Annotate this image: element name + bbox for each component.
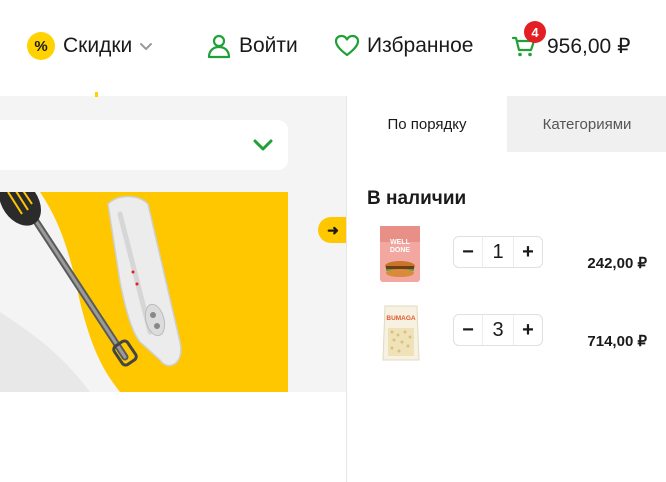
divider-mark	[95, 92, 98, 97]
quantity-stepper: − 1 +	[453, 236, 543, 268]
banner-next-arrow[interactable]: ➜	[318, 217, 348, 243]
in-stock-heading: В наличии	[367, 188, 467, 209]
percent-icon: %	[27, 32, 55, 60]
increase-button[interactable]: +	[514, 315, 542, 345]
cart-panel: По порядку Категориями В наличии WELL DO…	[346, 96, 666, 482]
heart-icon	[334, 34, 360, 57]
quantity-value[interactable]: 1	[482, 237, 514, 267]
quantity-stepper: − 3 +	[453, 314, 543, 346]
cart-total: 956,00 ₽	[547, 34, 631, 58]
category-select[interactable]	[0, 120, 288, 170]
increase-button[interactable]: +	[514, 237, 542, 267]
decrease-button[interactable]: −	[454, 237, 482, 267]
cart-count-badge: 4	[524, 21, 546, 43]
tab-in-order[interactable]: По порядку	[347, 96, 507, 152]
pack-brand: BUMAGA	[386, 315, 416, 322]
pack-brand-line2: DONE	[390, 247, 411, 254]
item-price: 242,00 ₽	[587, 255, 647, 272]
chevron-down-icon[interactable]	[252, 136, 274, 154]
tab-by-category[interactable]: Категориями	[507, 96, 666, 152]
decrease-button[interactable]: −	[454, 315, 482, 345]
user-icon	[207, 34, 231, 59]
cart-item: BUMAGA − 3 + 714,00 ₽	[347, 302, 666, 372]
item-price: 714,00 ₽	[587, 333, 647, 350]
pack-brand-line1: WELL	[390, 239, 411, 246]
sort-tabs: По порядку Категориями	[347, 96, 666, 152]
discounts-label: Скидки	[63, 34, 133, 57]
blender-image	[0, 192, 182, 392]
favorites-label: Избранное	[367, 34, 474, 57]
cart-item: WELL DONE − 1 + 242,00 ₽	[347, 224, 666, 294]
login-label: Войти	[239, 34, 298, 57]
favorites-link[interactable]: Избранное	[334, 30, 473, 62]
chevron-down-icon	[140, 43, 153, 50]
product-thumbnail[interactable]: BUMAGA	[377, 302, 425, 364]
discounts-menu[interactable]: % Скидки	[27, 30, 154, 62]
product-thumbnail[interactable]: WELL DONE	[377, 224, 425, 286]
login-link[interactable]: Войти	[206, 30, 298, 62]
promo-banner[interactable]	[0, 192, 288, 392]
quantity-value[interactable]: 3	[482, 315, 514, 345]
content-blank	[0, 392, 346, 482]
top-header: % Скидки Войти Избранное 956,00 ₽ 4	[0, 0, 666, 96]
